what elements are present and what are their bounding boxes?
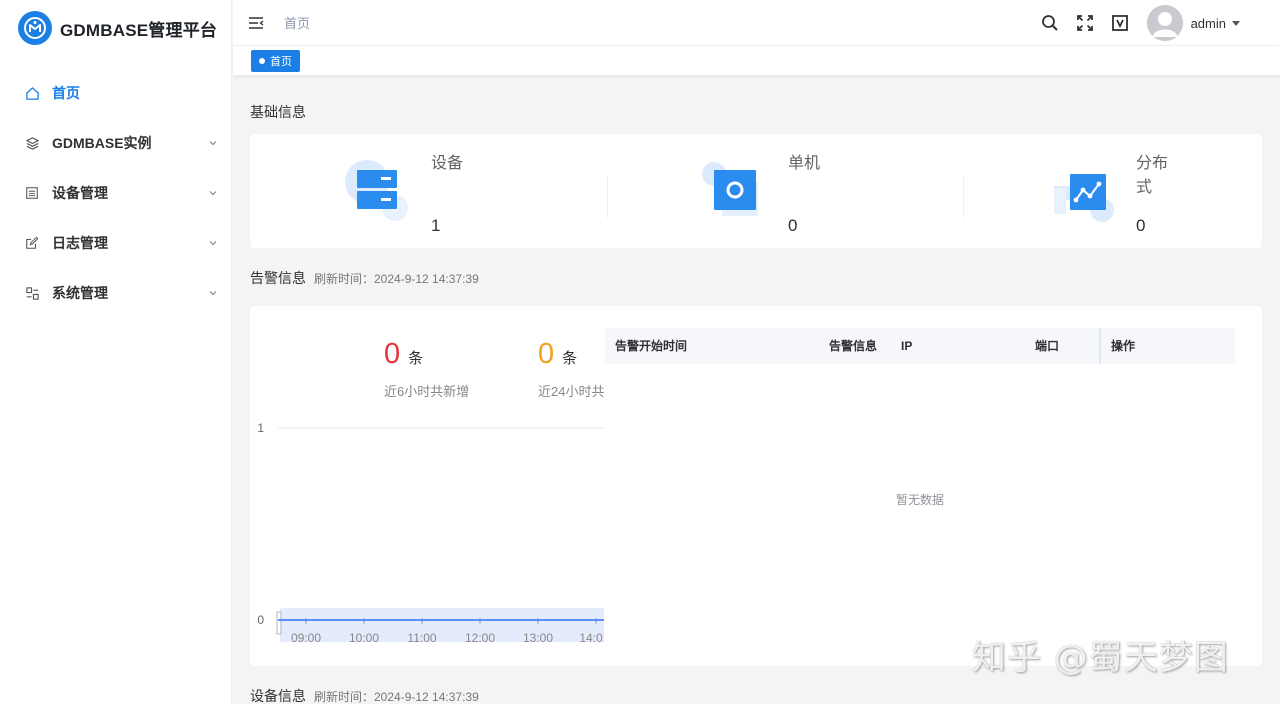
x-tick-label: 09:00 [291, 631, 321, 645]
sidebar-item-label: GDMBASE实例 [52, 135, 152, 151]
alarm-trend-chart: 0 1 09:00 10:00 11:00 12:00 13:00 14:0... [250, 406, 604, 656]
stat-standalone: 单机 0 [700, 134, 900, 248]
alarm-card: 0条 近6小时共新增 0条 近24小时共 0 1 09:00 10:00 11:00 12… [250, 306, 1262, 666]
device-info-title: 设备信息 刷新时间：2024-9-12 14:37:39 [250, 688, 479, 704]
server-icon [345, 158, 415, 222]
stat-value: 1 [431, 216, 441, 235]
data-point [420, 618, 424, 622]
watermark: 知乎 @蜀天梦图 [972, 638, 1229, 678]
alarm-refresh-time: 刷新时间：2024-9-12 14:37:39 [314, 272, 479, 286]
basic-info-title: 基础信息 [250, 104, 306, 120]
sidebar: GDMBASE管理平台 首页 GDMBASE实例 设备管理 日志管理 系统管理 [0, 0, 232, 704]
data-point [594, 618, 598, 622]
caret-down-icon [1232, 20, 1240, 26]
stat-label: 设备 [431, 155, 464, 172]
data-point [362, 618, 366, 622]
column-header[interactable]: 端口 [1035, 328, 1059, 364]
x-tick-label: 12:00 [465, 631, 495, 645]
stat-label: 单机 [788, 155, 821, 172]
x-tick-label: 14:0... [579, 631, 604, 645]
breadcrumb[interactable]: 首页 [284, 13, 310, 32]
count-unit: 条 [562, 350, 578, 367]
alarm-trend-svg: 0 1 09:00 10:00 11:00 12:00 13:00 14:0... [257, 421, 604, 645]
y-tick-label: 0 [257, 613, 264, 627]
app-title: GDMBASE管理平台 [60, 20, 218, 40]
basic-info-card: 设备 1 单机 0 分布式 0 [250, 134, 1262, 248]
divider [963, 176, 964, 218]
chevron-down-icon [207, 287, 219, 299]
count-value: 0 [384, 338, 401, 370]
x-tick-label: 13:00 [523, 631, 553, 645]
count-label: 近6小时共新增 [384, 384, 470, 399]
layers-icon [24, 135, 40, 151]
tag-home[interactable]: 首页 [251, 50, 300, 72]
sidebar-item-home[interactable]: 首页 [0, 68, 231, 118]
sidebar-item-device-management[interactable]: 设备管理 [0, 168, 231, 218]
alarm-table: 告警开始时间 告警信息 IP 端口 操作 暂无数据 [605, 328, 1235, 634]
distributed-icon [1052, 158, 1122, 222]
count-unit: 条 [408, 350, 424, 367]
column-header[interactable]: 操作 [1111, 328, 1135, 364]
list-icon [24, 185, 40, 201]
sidebar-menu: 首页 GDMBASE实例 设备管理 日志管理 系统管理 [0, 68, 231, 318]
divider [607, 176, 608, 218]
data-point [304, 618, 308, 622]
x-tick-label: 10:00 [349, 631, 379, 645]
data-point [536, 618, 540, 622]
table-empty-text: 暂无数据 [895, 492, 944, 507]
column-divider [1099, 328, 1101, 364]
chevron-down-icon [207, 137, 219, 149]
theme-icon[interactable] [1110, 13, 1130, 33]
data-point [478, 618, 482, 622]
count-label: 近24小时共 [538, 384, 604, 399]
column-header[interactable]: IP [901, 328, 912, 364]
logo[interactable]: GDMBASE管理平台 [0, 0, 231, 56]
stat-value: 0 [788, 216, 798, 235]
count-value: 0 [538, 338, 555, 370]
sidebar-item-label: 系统管理 [52, 285, 108, 301]
device-refresh-time: 刷新时间：2024-9-12 14:37:39 [314, 690, 479, 704]
home-icon [24, 85, 40, 101]
alarm-info-title: 告警信息 刷新时间：2024-9-12 14:37:39 [250, 270, 479, 286]
user-menu[interactable]: admin [1191, 16, 1240, 31]
username: admin [1190, 15, 1226, 31]
chevron-down-icon [207, 187, 219, 199]
active-dot-icon [259, 58, 265, 64]
tag-label: 首页 [270, 56, 292, 68]
standalone-icon [700, 158, 770, 222]
column-header[interactable]: 告警开始时间 [615, 328, 687, 364]
alarm-count-6h: 0条 近6小时共新增 [384, 338, 469, 400]
sidebar-item-gdmbase-instance[interactable]: GDMBASE实例 [0, 118, 231, 168]
search-icon[interactable] [1040, 13, 1060, 33]
tags-view: 首页 [233, 46, 1280, 76]
y-tick-label: 1 [257, 421, 264, 435]
edit-icon [24, 235, 40, 251]
sidebar-item-label: 设备管理 [52, 185, 108, 201]
column-header[interactable]: 告警信息 [829, 328, 877, 364]
sidebar-item-log-management[interactable]: 日志管理 [0, 218, 231, 268]
stat-label: 分布式 [1136, 155, 1169, 196]
logo-icon [18, 11, 52, 45]
stat-device: 设备 1 [345, 134, 545, 248]
x-tick-label: 11:00 [407, 631, 436, 645]
sidebar-item-label: 日志管理 [52, 235, 108, 251]
zoom-slider [280, 608, 604, 642]
fullscreen-icon[interactable] [1075, 13, 1095, 33]
chevron-down-icon [207, 237, 219, 249]
sidebar-item-label: 首页 [52, 85, 80, 101]
stat-value: 0 [1136, 216, 1146, 235]
header-actions: admin [1025, 0, 1240, 46]
zoom-handle [276, 611, 282, 635]
settings-group-icon [24, 285, 40, 301]
menu-collapse-icon[interactable] [247, 14, 265, 32]
stat-distributed: 分布式 0 [1052, 134, 1252, 248]
avatar[interactable] [1146, 5, 1183, 41]
alarm-count-24h: 0条 近24小时共 [538, 338, 604, 400]
top-header: 首页 admin [233, 0, 1280, 46]
alarm-table-header: 告警开始时间 告警信息 IP 端口 操作 [605, 328, 1235, 364]
sidebar-item-system-management[interactable]: 系统管理 [0, 268, 231, 318]
